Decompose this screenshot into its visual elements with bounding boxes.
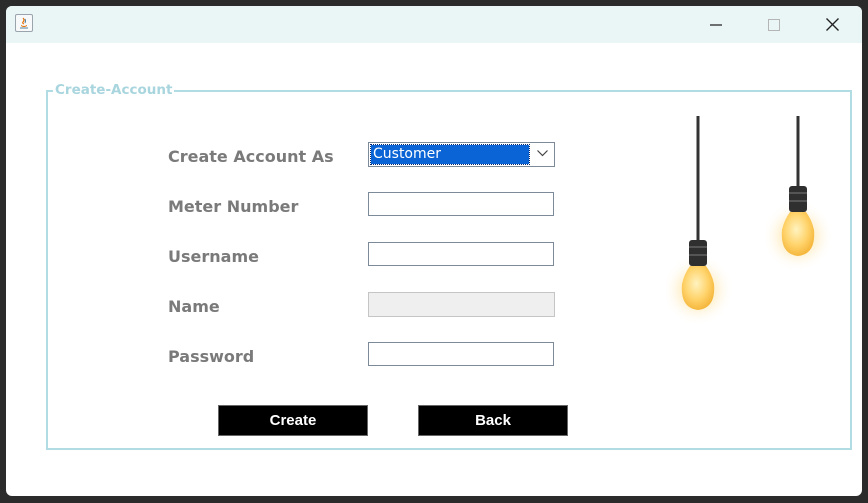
username-field[interactable] — [368, 242, 554, 266]
app-window: Create-Account Create Account As Custome… — [6, 6, 862, 496]
password-field[interactable] — [368, 342, 554, 366]
bulb-glass-right — [781, 212, 815, 256]
create-button[interactable]: Create — [218, 405, 368, 436]
bulb-glass-left — [681, 266, 715, 310]
username-label: Username — [168, 247, 259, 266]
meter-number-field[interactable] — [368, 192, 554, 216]
close-button[interactable] — [803, 6, 861, 43]
bulb-socket-right — [789, 186, 807, 212]
name-field — [368, 292, 555, 317]
panel-legend: Create-Account — [53, 82, 175, 98]
title-bar — [6, 6, 862, 43]
java-app-icon[interactable] — [15, 14, 33, 32]
account-type-selected: Customer — [370, 144, 530, 165]
maximize-icon — [768, 18, 780, 31]
meter-number-label: Meter Number — [168, 197, 299, 216]
hanging-bulbs-image — [666, 116, 834, 326]
minimize-icon — [710, 23, 722, 26]
close-icon — [825, 18, 839, 31]
bulb-socket-left — [689, 240, 707, 266]
name-label: Name — [168, 297, 220, 316]
maximize-button[interactable] — [745, 6, 803, 43]
account-type-label: Create Account As — [168, 147, 334, 166]
account-type-select[interactable]: Customer — [368, 142, 555, 167]
chevron-down-icon — [537, 150, 548, 157]
password-label: Password — [168, 347, 255, 366]
back-button[interactable]: Back — [418, 405, 568, 436]
minimize-button[interactable] — [687, 6, 745, 43]
